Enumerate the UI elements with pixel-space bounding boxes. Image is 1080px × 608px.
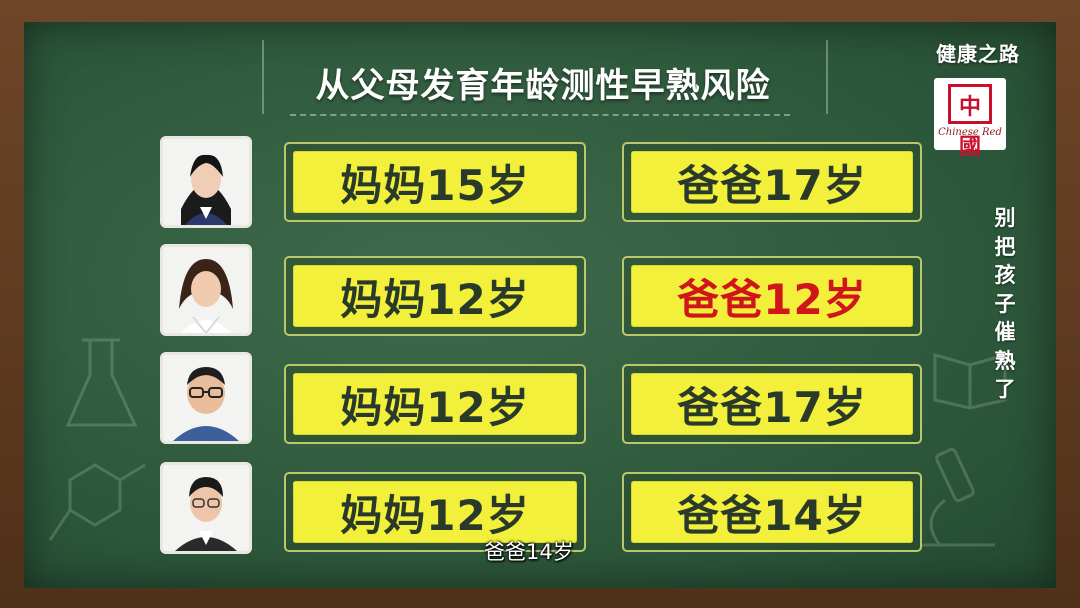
slogan-char: 熟 — [994, 348, 1016, 373]
slogan-char: 催 — [994, 320, 1016, 344]
slogan-char: 了 — [994, 377, 1016, 401]
logo-seal: 中國 — [948, 84, 992, 160]
flask-doodle-icon — [65, 338, 138, 427]
molecule-doodle-icon — [48, 463, 146, 541]
father-age-label: 爸爸14岁 — [631, 481, 913, 543]
father-age-card: 爸爸17岁 — [622, 364, 922, 444]
avatar-man-2 — [160, 462, 252, 554]
subtitle-caption: 爸爸14岁 — [484, 540, 574, 564]
avatar-woman-2 — [160, 244, 252, 336]
channel-name: 健康之路 — [936, 42, 1020, 66]
slogan-char: 子 — [994, 291, 1016, 316]
slogan-char: 把 — [994, 234, 1016, 259]
mother-age-card: 妈妈15岁 — [284, 142, 586, 222]
father-age-label: 爸爸17岁 — [631, 373, 913, 435]
avatar-man-1 — [160, 352, 252, 444]
mother-age-card: 妈妈12岁 — [284, 364, 586, 444]
slogan-char: 别 — [994, 206, 1016, 230]
father-age-label: 爸爸12岁 — [631, 265, 913, 327]
father-age-card-highlighted: 爸爸12岁 — [622, 256, 922, 336]
page-title: 从父母发育年龄测性早熟风险 — [315, 66, 771, 106]
logo-text: Chinese Red — [938, 127, 1002, 138]
avatar-woman-1 — [160, 136, 252, 228]
channel-logo: 中國 Chinese Red — [934, 78, 1006, 160]
father-age-label: 爸爸17岁 — [631, 151, 913, 213]
father-age-card: 爸爸14岁 — [622, 472, 922, 552]
mother-age-label: 妈妈12岁 — [293, 481, 577, 543]
father-age-card: 爸爸17岁 — [622, 142, 922, 222]
mother-age-label: 妈妈15岁 — [293, 151, 577, 213]
mother-age-card: 妈妈12岁 — [284, 256, 586, 336]
mother-age-label: 妈妈12岁 — [293, 373, 577, 435]
side-slogan: 别 把 孩 子 催 熟 了 — [990, 204, 1020, 404]
mother-age-label: 妈妈12岁 — [293, 265, 577, 327]
title-underline — [290, 114, 790, 116]
slogan-char: 孩 — [994, 263, 1016, 287]
